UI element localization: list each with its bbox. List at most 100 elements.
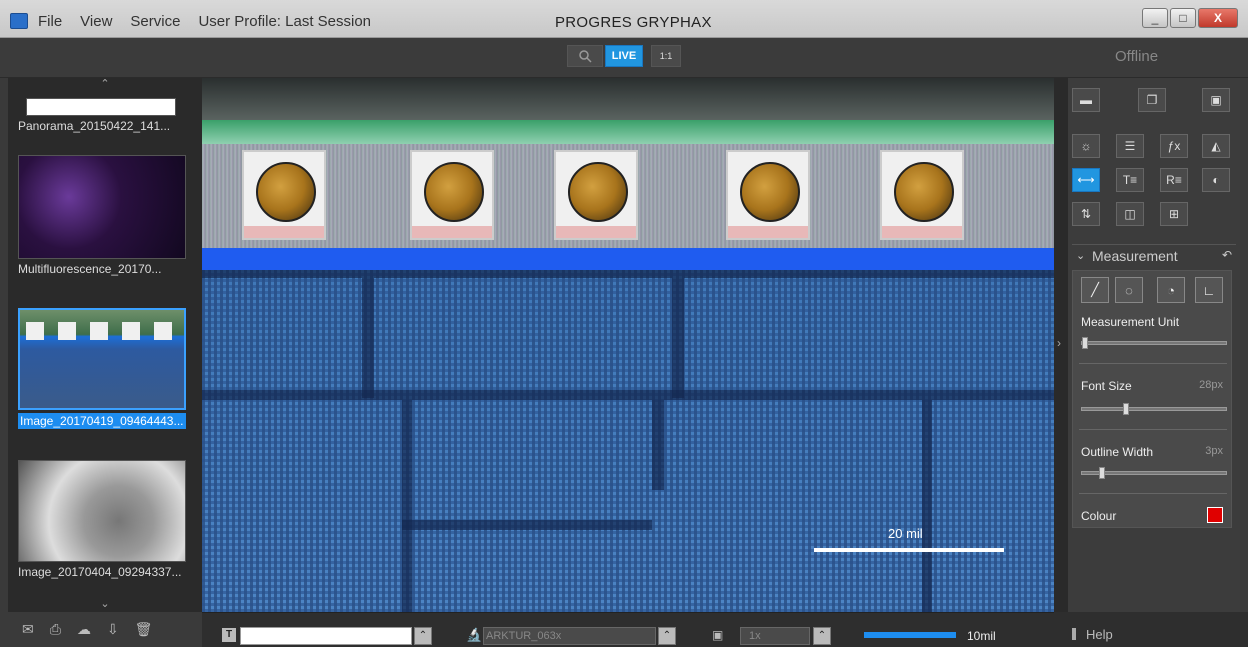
line-tool-icon[interactable]: ╱ — [1081, 277, 1109, 303]
cloud-icon[interactable]: ☁ — [77, 621, 91, 638]
text-overlay-icon[interactable]: T≡ — [1116, 168, 1144, 192]
app-title: PROGRES GRYPHAX — [555, 14, 712, 31]
angle-tool-icon[interactable]: ∟ — [1195, 277, 1223, 303]
thumbnail-image — [18, 155, 186, 259]
sort-icon[interactable]: ⇅ — [1072, 202, 1100, 226]
histogram-icon[interactable]: ◭ — [1202, 134, 1230, 158]
slider-knob[interactable] — [1082, 337, 1088, 349]
scale-indicator-label: 10mil — [967, 629, 996, 643]
adjust-icon[interactable]: ☰ — [1116, 134, 1144, 158]
camera-icon: ▣ — [712, 628, 724, 642]
menu-user-profile[interactable]: User Profile: Last Session — [198, 13, 371, 30]
font-size-value: 28px — [1199, 379, 1223, 391]
window-controls: _ □ X — [1142, 8, 1238, 28]
top-toolbar: LIVE 1:1 Offline — [0, 38, 1248, 78]
compare-view-icon[interactable]: ❐ — [1138, 88, 1166, 112]
bond-pad — [726, 150, 810, 240]
function-icon[interactable]: ƒx — [1160, 134, 1188, 158]
chevron-right-icon[interactable]: › — [1057, 336, 1061, 350]
scale-bar-label: 20 mil — [888, 526, 923, 541]
zoom-select[interactable]: 1x — [740, 627, 810, 645]
scale-indicator — [864, 632, 956, 638]
measurement-unit-label: Measurement Unit — [1081, 315, 1180, 329]
stitching-icon[interactable]: ◫ — [1116, 202, 1144, 226]
one-to-one-button[interactable]: 1:1 — [651, 45, 681, 67]
outline-width-label: Outline Width — [1081, 445, 1154, 459]
tool-panel: ▬ ❐ ▣ ☼ ☰ ƒx ◭ ⟷ T≡ R≡ ◐ ⇅ ◫ ⊞ ⌄ Measure… — [1068, 78, 1240, 612]
bond-pad — [880, 150, 964, 240]
maximize-button[interactable]: □ — [1170, 8, 1196, 28]
measurement-unit-slider[interactable] — [1081, 337, 1227, 349]
report-icon[interactable]: R≡ — [1160, 168, 1188, 192]
colour-label: Colour — [1081, 509, 1117, 523]
thumbnail-item[interactable]: Multifluorescence_20170... — [18, 155, 186, 276]
circle-tool-icon[interactable]: ◐ — [1202, 168, 1230, 192]
scroll-up-icon[interactable]: ⌃ — [8, 78, 202, 90]
circle-measure-icon[interactable]: ◔ — [1157, 277, 1185, 303]
measurement-section-header[interactable]: ⌄ Measurement ↶ — [1072, 244, 1236, 266]
menu-file[interactable]: File — [38, 13, 62, 30]
bond-pad — [554, 150, 638, 240]
scroll-down-icon[interactable]: ⌄ — [8, 598, 202, 610]
grid-icon[interactable]: ⊞ — [1160, 202, 1188, 226]
objective-select[interactable]: ARKTUR_063x — [483, 627, 656, 645]
bottom-toolbar: T ⌃ 🔬 ARKTUR_063x ⌃ ▣ 1x ⌃ 10mil — [202, 612, 1054, 647]
live-button[interactable]: LIVE — [605, 45, 643, 67]
thumbnail-caption: Panorama_20150422_141... — [18, 119, 171, 133]
objective-dropdown-button[interactable]: ⌃ — [658, 627, 676, 645]
freehand-tool-icon[interactable]: ◌ — [1115, 277, 1143, 303]
text-dropdown-button[interactable]: ⌃ — [414, 627, 432, 645]
export-icon[interactable]: ⇩ — [107, 621, 119, 638]
bond-pad — [410, 150, 494, 240]
menu-service[interactable]: Service — [130, 13, 180, 30]
bond-pad — [242, 150, 326, 240]
font-size-label: Font Size — [1081, 379, 1132, 393]
microscope-icon: 🔬 — [466, 627, 483, 642]
colour-swatch[interactable] — [1207, 507, 1223, 523]
camera-status: Offline — [1115, 48, 1159, 65]
thumbnail-image — [26, 98, 176, 116]
measurement-title: Measurement — [1092, 248, 1178, 264]
text-tool-icon[interactable]: T — [222, 628, 236, 642]
app-icon — [10, 13, 28, 29]
trash-icon[interactable]: 🗑 — [135, 621, 153, 638]
slider-knob[interactable] — [1098, 467, 1105, 479]
reset-icon[interactable]: ↶ — [1222, 248, 1232, 262]
thumbnail-item[interactable]: Image_20170404_09294337... — [18, 460, 186, 579]
outline-width-value: 3px — [1205, 445, 1223, 457]
print-icon[interactable]: ⎙ — [50, 621, 61, 638]
thumbnail-image — [18, 308, 186, 410]
fullscreen-view-icon[interactable]: ▣ — [1202, 88, 1230, 112]
help-icon — [1072, 628, 1076, 640]
menu-view[interactable]: View — [80, 13, 112, 30]
thumbnail-item[interactable]: Panorama_20150422_141... — [18, 98, 186, 133]
zoom-dropdown-button[interactable]: ⌃ — [813, 627, 831, 645]
close-button[interactable]: X — [1198, 8, 1238, 28]
menu-bar: File View Service User Profile: Last Ses… — [38, 13, 371, 30]
annotation-text-input[interactable] — [240, 627, 412, 645]
single-view-icon[interactable]: ▬ — [1072, 88, 1100, 112]
chevron-down-icon: ⌄ — [1076, 250, 1086, 262]
outline-width-slider[interactable] — [1081, 467, 1227, 479]
image-viewer[interactable]: 20 mil — [202, 78, 1054, 612]
thumbnail-image — [18, 460, 186, 562]
title-bar: File View Service User Profile: Last Ses… — [0, 0, 1248, 38]
measurement-icon[interactable]: ⟷ — [1072, 168, 1100, 192]
minimize-button[interactable]: _ — [1142, 8, 1168, 28]
thumbnail-caption: Image_20170419_09464443... — [18, 413, 186, 429]
thumbnail-gallery: ⌃ Panorama_20150422_141... Multifluoresc… — [8, 78, 202, 612]
slider-knob[interactable] — [1123, 403, 1130, 415]
help-link[interactable]: Help — [1086, 627, 1113, 642]
help-bar: Help — [1054, 612, 1248, 647]
email-icon[interactable]: ✉ — [22, 621, 34, 638]
brightness-icon[interactable]: ☼ — [1072, 134, 1100, 158]
measurement-settings: ╱ ◌ ◔ ∟ Measurement Unit Font Size 28px … — [1072, 270, 1232, 528]
magnifier-icon — [579, 50, 592, 63]
thumbnail-item-selected[interactable]: Image_20170419_09464443... — [18, 308, 186, 429]
zoom-snapshot-button[interactable] — [567, 45, 603, 67]
right-panel-gutter[interactable]: › — [1054, 78, 1068, 612]
font-size-slider[interactable] — [1081, 403, 1227, 415]
scale-bar — [814, 548, 1004, 552]
gallery-actions: ✉ ⎙ ☁ ⇩ 🗑 — [8, 612, 202, 647]
thumbnail-caption: Multifluorescence_20170... — [18, 262, 162, 276]
